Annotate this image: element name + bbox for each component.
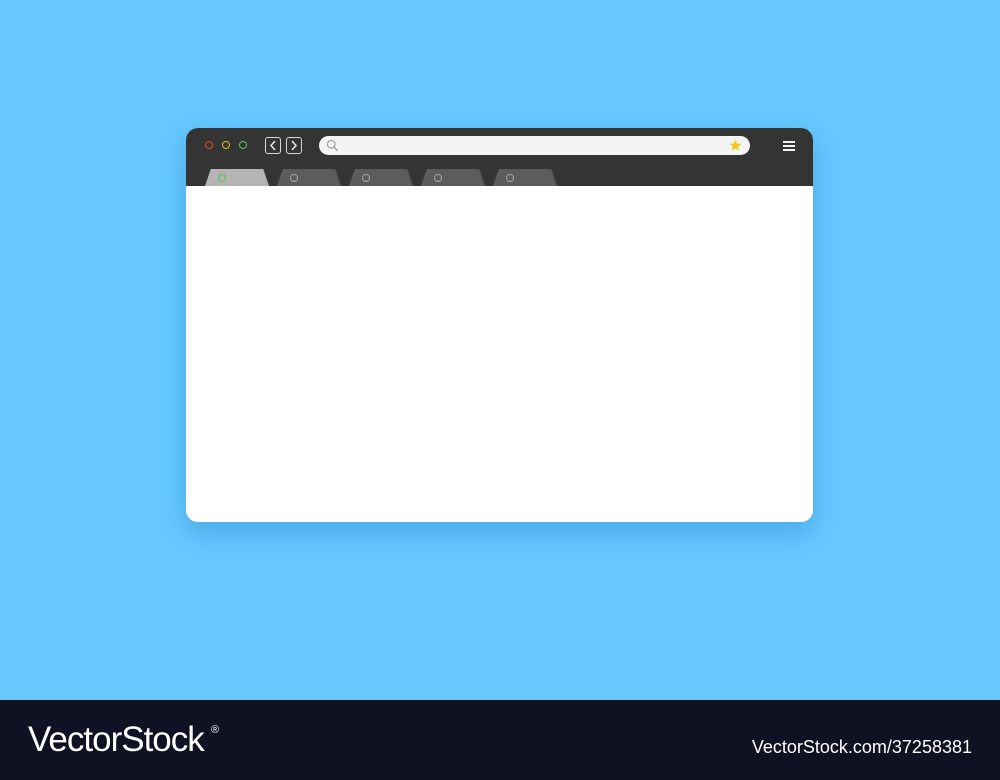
- maximize-window-button[interactable]: [239, 141, 247, 149]
- chevron-left-icon: [269, 140, 276, 151]
- vectorstock-logo: VectorStock: [28, 720, 205, 759]
- browser-tab-1[interactable]: [205, 169, 269, 186]
- back-button[interactable]: [265, 137, 281, 154]
- forward-button[interactable]: [286, 137, 302, 154]
- address-bar[interactable]: [319, 136, 750, 155]
- browser-toolbar: [186, 128, 813, 186]
- image-id-text: VectorStock.com/37258381: [751, 737, 972, 757]
- chevron-right-icon: [291, 140, 298, 151]
- address-input[interactable]: [341, 139, 722, 152]
- browser-tab-4[interactable]: [421, 169, 485, 186]
- browser-window: [186, 128, 813, 522]
- star-icon[interactable]: [729, 139, 742, 152]
- hamburger-menu-icon[interactable]: [783, 141, 795, 151]
- tab-status-icon: [434, 174, 442, 182]
- page-content-area[interactable]: [186, 186, 813, 522]
- minimize-window-button[interactable]: [222, 141, 230, 149]
- tab-status-icon: [290, 174, 298, 182]
- tab-status-icon: [218, 174, 226, 182]
- tab-status-icon: [506, 174, 514, 182]
- browser-tab-3[interactable]: [349, 169, 413, 186]
- tab-status-icon: [362, 174, 370, 182]
- search-icon: [326, 139, 339, 152]
- watermark-footer: VectorStock ® VectorStock.com/37258381: [0, 700, 1000, 780]
- close-window-button[interactable]: [205, 141, 213, 149]
- browser-tab-2[interactable]: [277, 169, 341, 186]
- registered-mark: ®: [211, 724, 220, 736]
- browser-tab-5[interactable]: [493, 169, 557, 186]
